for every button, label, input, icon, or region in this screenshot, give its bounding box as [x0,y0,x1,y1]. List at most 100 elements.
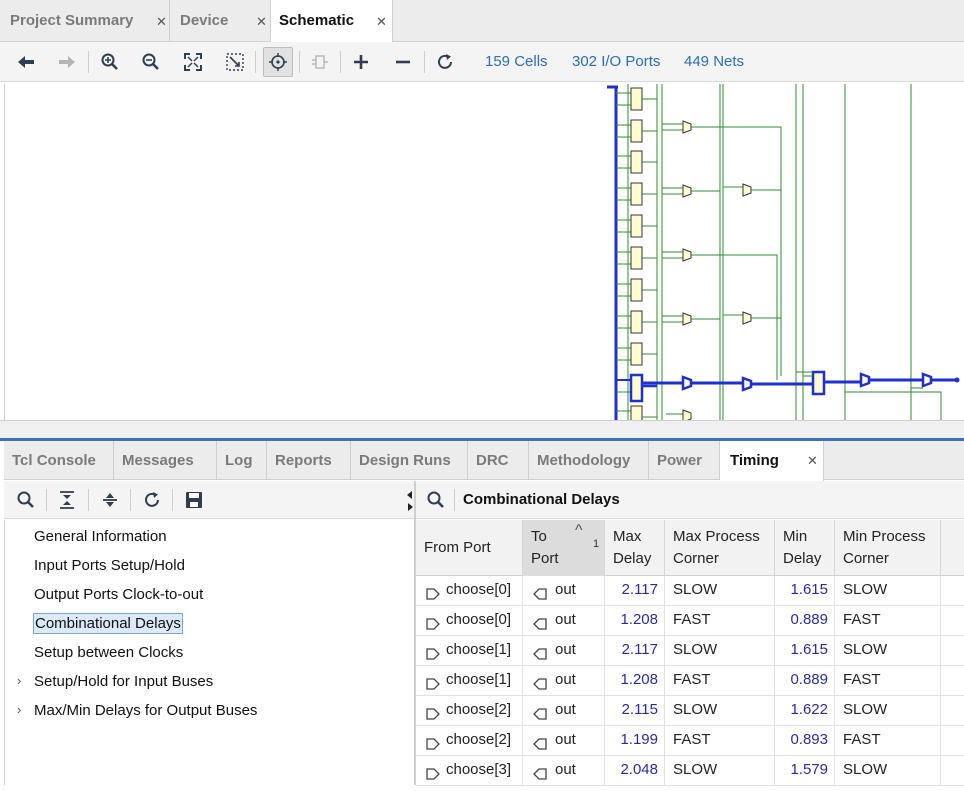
tree-item-combinational-delays[interactable]: Combinational Delays [33,613,183,634]
max-delay-cell: 1.199 [605,726,665,756]
net-wire [845,391,942,420]
refresh-button[interactable] [430,47,460,77]
min-process-corner-cell: SLOW [835,636,941,666]
tab-power[interactable]: Power [649,441,720,480]
min-process-corner-cell: FAST [835,606,941,636]
tab-messages[interactable]: Messages [114,441,217,480]
tab-tcl-console[interactable]: Tcl Console [4,441,114,480]
rerun-button[interactable] [137,485,167,515]
expand-button[interactable] [346,47,376,77]
output-port-icon [533,648,547,660]
save-button[interactable] [179,485,209,515]
table-row[interactable]: choose[0] out 1.208 FAST 0.889 FAST [416,606,964,636]
tab-project-summary[interactable]: Project Summary ✕ [0,0,170,42]
lut-cell [630,150,643,174]
max-process-corner-cell: FAST [665,726,775,756]
tree-item-max-min-delays-output-buses[interactable]: Max/Min Delays for Output Buses [34,702,257,719]
close-icon[interactable]: ✕ [256,14,267,30]
table-row[interactable]: choose[2] out 1.199 FAST 0.893 FAST [416,726,964,756]
input-port-icon [426,648,440,660]
chevron-right-icon[interactable]: › [17,673,21,688]
zoom-out-button[interactable] [136,47,166,77]
lut-cell [630,87,643,111]
tab-label: Timing [730,452,779,469]
arrow-left-icon [18,56,34,68]
mux-gate [682,248,692,262]
close-icon[interactable]: ✕ [156,14,167,30]
tab-timing[interactable]: Timing ✕ [720,441,824,481]
table-row[interactable]: choose[2] out 2.115 SLOW 1.622 SLOW [416,696,964,726]
search-button[interactable] [11,485,41,515]
chevron-right-icon[interactable]: › [17,702,21,717]
to-port-value: out [555,581,576,598]
tree-item-output-ports-clock-to-out[interactable]: Output Ports Clock-to-out [34,586,203,603]
max-delay-cell: 1.208 [605,666,665,696]
close-icon[interactable]: ✕ [807,453,818,469]
zoom-selection-button[interactable] [220,47,250,77]
tree-item-input-ports-setup-hold[interactable]: Input Ports Setup/Hold [34,557,185,574]
cells-count-link[interactable]: 159 Cells [485,53,548,70]
tab-drc[interactable]: DRC [468,441,529,480]
table-row[interactable]: choose[1] out 1.208 FAST 0.889 FAST [416,666,964,696]
tab-label: Log [225,452,253,469]
column-header-max-process-corner[interactable]: Max Process Corner [665,520,775,576]
column-label: From Port [424,539,491,556]
lut-cell [630,246,643,270]
sort-index: 1 [593,538,600,550]
search-button[interactable] [427,491,445,513]
net-wire [691,126,782,376]
zoom-in-icon [101,53,118,70]
zoom-in-button[interactable] [95,47,125,77]
to-port-cell: out [523,606,605,636]
tab-log[interactable]: Log [217,441,267,480]
column-header-to-port[interactable]: To Port ^ 1 [523,520,605,576]
table-row[interactable]: choose[1] out 2.117 SLOW 1.615 SLOW [416,636,964,666]
auto-fit-toggle[interactable] [263,47,293,77]
expand-all-button[interactable] [95,485,125,515]
tree-item-setup-hold-input-buses[interactable]: Setup/Hold for Input Buses [34,673,213,690]
collapse-cell-button[interactable] [305,47,335,77]
tree-item-general-information[interactable]: General Information [34,528,167,545]
tab-reports[interactable]: Reports [267,441,351,480]
column-header-from-port[interactable]: From Port [416,520,523,576]
lut-cell [630,278,643,302]
table-row[interactable]: choose[3] out 2.048 SLOW 1.579 SLOW [416,756,964,786]
zoom-fit-button[interactable] [178,47,208,77]
to-port-cell: out [523,726,605,756]
to-port-value: out [555,701,576,718]
max-process-corner-cell: FAST [665,666,775,696]
cell-icon [312,55,328,69]
close-icon[interactable]: ✕ [376,14,387,30]
collapse-all-button[interactable] [52,485,82,515]
schematic-drawing [607,84,960,420]
io-ports-count-link[interactable]: 302 I/O Ports [572,53,660,70]
input-port-icon [426,588,440,600]
to-port-value: out [555,641,576,658]
to-port-value: out [555,761,576,778]
nets-count-link[interactable]: 449 Nets [684,53,744,70]
tab-design-runs[interactable]: Design Runs [351,441,468,480]
input-port-icon [426,708,440,720]
column-header-min-delay[interactable]: Min Delay [775,520,835,576]
column-header-max-delay[interactable]: Max Delay [605,520,665,576]
output-port-icon [533,738,547,750]
column-header-min-process-corner[interactable]: Min Process Corner [835,520,941,576]
from-port-cell: choose[2] [416,726,523,756]
column-label: Max [613,528,642,545]
tree-item-setup-between-clocks[interactable]: Setup between Clocks [34,644,183,661]
collapse-button[interactable] [388,47,418,77]
input-port-icon [426,763,440,791]
max-process-corner-cell: SLOW [665,756,775,786]
back-button[interactable] [11,47,41,77]
save-icon [186,492,202,508]
table-row[interactable]: choose[0] out 2.117 SLOW 1.615 SLOW [416,576,964,606]
tab-methodology[interactable]: Methodology [529,441,649,480]
tab-schematic[interactable]: Schematic ✕ [271,0,393,43]
from-port-cell: choose[0] [416,576,523,606]
schematic-canvas[interactable] [4,84,964,420]
tab-device[interactable]: Device ✕ [170,0,271,42]
forward-button[interactable] [52,47,82,77]
panel-divider[interactable] [0,420,964,441]
to-port-cell: out [523,756,605,786]
panel-collapse-toggle[interactable] [406,489,414,517]
